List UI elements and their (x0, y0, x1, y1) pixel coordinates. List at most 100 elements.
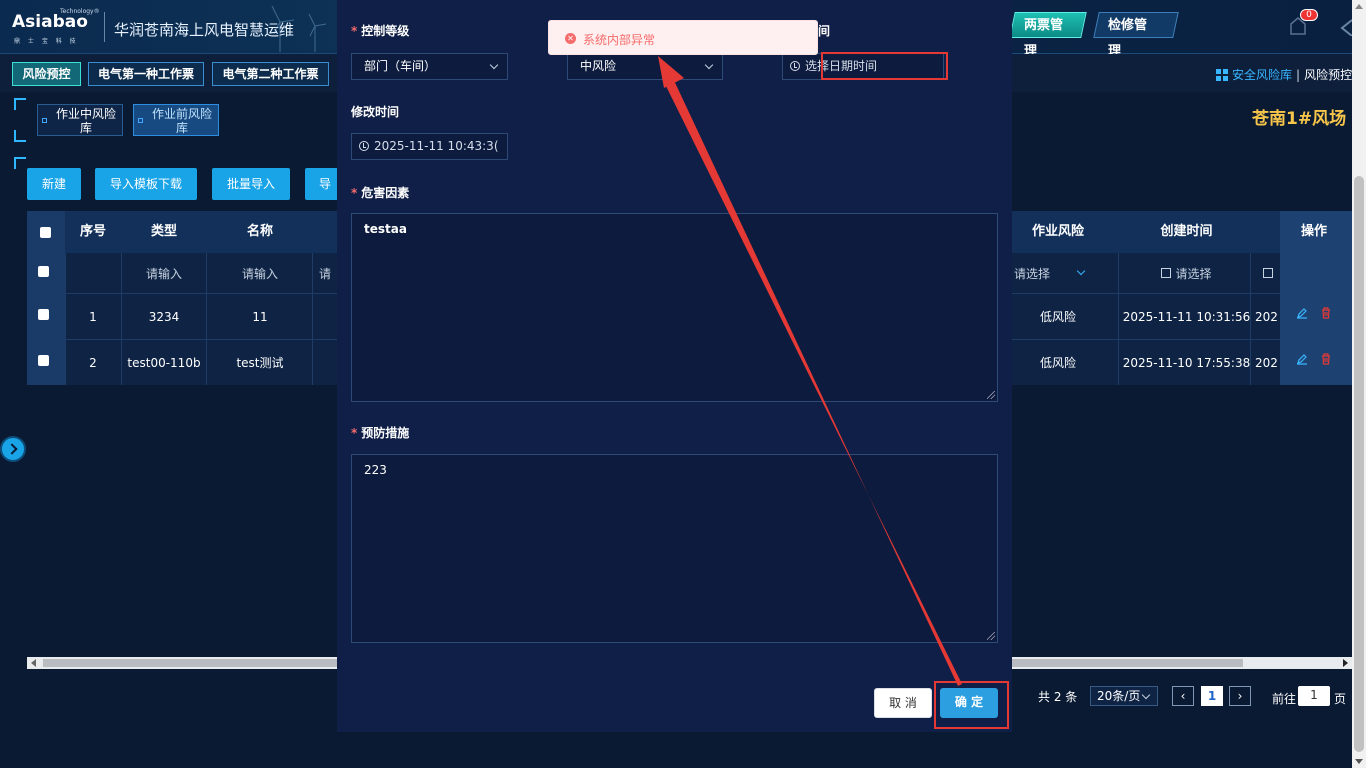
row-index: 2 (89, 355, 97, 370)
col-name-header: 名称 (246, 224, 273, 239)
breadcrumb-item[interactable]: 安全风险库 (1232, 68, 1292, 82)
scroll-left-icon[interactable] (31, 659, 36, 667)
frame-corner (14, 98, 26, 110)
annotation-highlight-box (821, 52, 948, 80)
row-name: test测试 (236, 356, 284, 370)
menu-tab-electrical-ticket-1[interactable]: 电气第一种工作票 (88, 62, 204, 86)
filter-input[interactable]: 请 (319, 253, 339, 293)
page-size-value: 20条/页 (1097, 689, 1141, 703)
annotation-highlight-box (934, 681, 1009, 729)
modified-time-label: 修改时间 (351, 105, 400, 119)
page-size-select[interactable]: 20条/页 (1090, 686, 1158, 706)
row-risk: 低风险 (1039, 310, 1076, 324)
column-divider (312, 253, 313, 385)
column-divider (65, 253, 66, 385)
delete-icon[interactable] (1320, 307, 1332, 319)
risk-level-value: 中风险 (580, 59, 617, 73)
name-filter-input[interactable]: 请输入 (207, 253, 313, 293)
created-filter-date[interactable]: 请选择 (1119, 253, 1254, 293)
prev-page-button[interactable]: ‹ (1172, 686, 1194, 706)
nav-maintenance[interactable]: 检修管理 (1093, 12, 1179, 59)
breadcrumb-separator: | (1296, 68, 1301, 82)
row-risk: 低风险 (1039, 356, 1076, 370)
batch-import-button[interactable]: 批量导入 (212, 168, 290, 200)
row-created: 2025-11-11 10:31:56 (1122, 309, 1251, 324)
control-level-label: * 控制等级 (351, 24, 410, 38)
modified-filter-date[interactable] (1263, 253, 1277, 293)
row-checkbox[interactable] (38, 309, 49, 320)
current-page[interactable]: 1 (1201, 686, 1223, 706)
risk-filter-placeholder: 请选择 (1014, 266, 1051, 281)
calendar-icon (1263, 268, 1273, 278)
edit-icon[interactable] (1296, 307, 1308, 319)
next-page-button[interactable]: › (1229, 686, 1251, 706)
goto-page-input[interactable]: 1 (1298, 686, 1330, 706)
sub-tab-pre-work-risk[interactable]: 作业前风险库 (133, 104, 219, 136)
sub-tab-in-work-risk[interactable]: 作业中风险库 (37, 104, 123, 136)
control-level-value: 部门（车间） (364, 59, 437, 73)
operations-column: 操作 (1280, 211, 1352, 385)
breadcrumb: 安全风险库 | 风险预控 (1216, 66, 1352, 83)
error-message: 系统内部异常 (583, 33, 656, 47)
sub-tab-label: 作业中风险库 (55, 107, 116, 135)
row-type: 3234 (148, 309, 180, 324)
filter-checkbox[interactable] (38, 266, 49, 277)
row-modified: 202 (1255, 309, 1278, 324)
chevron-down-icon (489, 60, 499, 70)
row-created: 2025-11-10 17:55:38 (1122, 355, 1251, 370)
company-logo: Asiabao Technology® 鼎 士 宝 科 技 (12, 8, 100, 46)
nav-two-tickets[interactable]: 两票管理 (1009, 12, 1087, 59)
column-divider (121, 253, 122, 385)
delete-icon[interactable] (1320, 353, 1332, 365)
modified-time-input[interactable]: 2025-11-11 10:43:3( (351, 133, 508, 160)
error-icon: ✕ (565, 33, 576, 44)
logo-divider (104, 12, 105, 42)
vertical-scrollbar[interactable] (1352, 0, 1366, 768)
col-created-header: 创建时间 (1160, 224, 1213, 239)
menu-tab-electrical-ticket-2[interactable]: 电气第二种工作票 (212, 62, 329, 86)
clock-icon (359, 141, 369, 151)
new-button[interactable]: 新建 (27, 168, 81, 200)
cancel-button[interactable]: 取 消 (874, 688, 932, 718)
scroll-up-icon[interactable] (1355, 4, 1363, 9)
col-type-header: 类型 (150, 224, 177, 239)
scroll-right-icon[interactable] (1343, 659, 1348, 667)
edit-icon[interactable] (1296, 353, 1308, 365)
menu-tab-risk-control[interactable]: 风险预控 (12, 62, 81, 86)
scrollbar-thumb[interactable] (1354, 176, 1364, 752)
breadcrumb-current: 风险预控 (1304, 68, 1353, 82)
goto-label: 前往 (1272, 692, 1297, 706)
prevention-value: 223 (364, 463, 387, 477)
prevention-label: * 预防措施 (351, 426, 410, 440)
checkbox-column (27, 211, 65, 385)
resize-handle-icon[interactable] (987, 391, 995, 399)
col-index-header: 序号 (79, 224, 106, 239)
created-filter-placeholder: 请选择 (1175, 266, 1212, 281)
control-level-select[interactable]: 部门（车间） (351, 53, 508, 80)
sidebar-expand-button[interactable] (0, 436, 26, 462)
risk-level-select[interactable]: 中风险 (567, 53, 723, 80)
risk-filter-select[interactable]: 请选择 (1012, 253, 1112, 293)
hazard-textarea[interactable]: testaa (351, 213, 998, 402)
time-label: 间 (818, 24, 831, 38)
notification-badge: 0 (1300, 9, 1318, 21)
download-template-button[interactable]: 导入模板下载 (95, 168, 197, 200)
row-index: 1 (89, 309, 97, 324)
scroll-down-icon[interactable] (1355, 759, 1363, 764)
wind-turbine-decoration-icon (271, 5, 327, 52)
type-filter-input[interactable]: 请输入 (121, 253, 207, 293)
frame-corner (14, 130, 26, 142)
column-divider (1118, 253, 1119, 385)
select-all-checkbox[interactable] (40, 227, 51, 238)
pagination-total: 共 2 条 (1038, 690, 1078, 704)
resize-handle-icon[interactable] (987, 632, 995, 640)
chevron-down-icon (1076, 266, 1086, 276)
tab-dot-icon (42, 118, 47, 123)
user-icon[interactable] (1340, 18, 1352, 36)
chevron-down-icon (1141, 690, 1151, 700)
page-suffix: 页 (1334, 692, 1347, 706)
prevention-textarea[interactable]: 223 (351, 454, 998, 643)
chevron-right-icon (6, 443, 18, 455)
hazard-value: testaa (364, 222, 407, 236)
row-checkbox[interactable] (38, 355, 49, 366)
